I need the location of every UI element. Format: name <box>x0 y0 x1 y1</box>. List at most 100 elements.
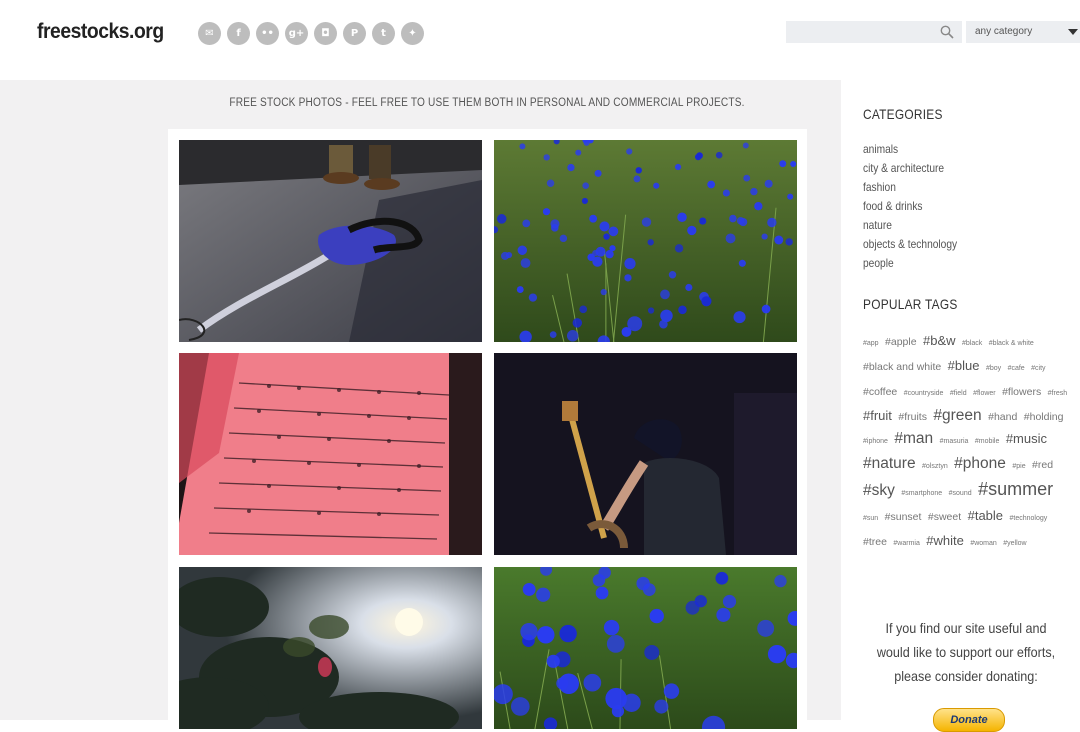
category-link[interactable]: city & architecture <box>863 159 957 178</box>
tag-link[interactable]: #fruit <box>863 408 892 423</box>
tag-link[interactable]: #summer <box>978 479 1053 499</box>
tag-link[interactable]: #fresh <box>1048 390 1067 397</box>
tag-link[interactable]: #sun <box>863 515 878 522</box>
sidebar: CATEGORIES animalscity & architecturefas… <box>841 80 1080 720</box>
tag-link[interactable]: #field <box>950 390 967 397</box>
tag-cloud: #app #apple #b&w #black #black & white #… <box>863 330 1075 555</box>
category-link[interactable]: fashion <box>863 178 957 197</box>
cornflower <box>743 175 750 182</box>
cornflower <box>519 143 525 149</box>
photo-guitar-floor[interactable] <box>179 140 482 342</box>
cornflower <box>757 620 774 637</box>
cornflower <box>506 252 512 258</box>
tag-link[interactable]: #black & white <box>989 340 1034 347</box>
category-link[interactable]: nature <box>863 216 957 235</box>
email-icon[interactable]: ✉ <box>198 22 221 45</box>
site-logo[interactable]: freestocks.org <box>37 20 164 44</box>
categories-heading: CATEGORIES <box>863 106 943 122</box>
page-tagline: FREE STOCK PHOTOS - FEEL FREE TO USE THE… <box>58 97 915 109</box>
tag-link[interactable]: #masuria <box>940 438 969 445</box>
category-list: animalscity & architecturefashionfood & … <box>863 140 974 273</box>
tag-link[interactable]: #app <box>863 340 879 347</box>
tumblr-icon[interactable]: t <box>372 22 395 45</box>
tag-link[interactable]: #pie <box>1012 463 1025 470</box>
cornflower <box>579 306 587 314</box>
cornflower <box>582 182 589 189</box>
photo-cornflower-field[interactable] <box>494 140 797 342</box>
pinterest-icon[interactable]: P <box>343 22 366 45</box>
tag-link[interactable]: #sky <box>863 482 895 499</box>
category-link[interactable]: animals <box>863 140 957 159</box>
tag-link[interactable]: #sweet <box>928 511 961 523</box>
cornflower <box>642 217 651 226</box>
tag-link[interactable]: #sunset <box>885 511 922 523</box>
tag-link[interactable]: #woman <box>970 540 996 547</box>
tag-link[interactable]: #blue <box>948 358 980 373</box>
cornflower <box>633 175 640 182</box>
tag-link[interactable]: #warmia <box>893 540 919 547</box>
tag-link[interactable]: #coffee <box>863 386 897 398</box>
cornflower <box>660 290 670 300</box>
cornflower <box>707 181 715 189</box>
tag-link[interactable]: #boy <box>986 365 1001 372</box>
cornflower <box>544 154 550 160</box>
cornflower <box>733 311 745 323</box>
photo-sheet-music[interactable] <box>179 353 482 555</box>
tag-link[interactable]: #phone <box>954 455 1006 472</box>
cornflower <box>695 154 701 160</box>
tag-link[interactable]: #nature <box>863 455 916 472</box>
google-plus-icon[interactable]: g+ <box>285 22 308 45</box>
cornflower <box>582 198 588 204</box>
tag-link[interactable]: #yellow <box>1003 540 1026 547</box>
tag-link[interactable]: #red <box>1032 459 1053 471</box>
tag-link[interactable]: #white <box>926 533 964 548</box>
donate-button[interactable]: Donate <box>933 708 1005 732</box>
photo-cornflower-closeup[interactable] <box>494 567 797 729</box>
tag-link[interactable]: #city <box>1031 365 1045 372</box>
tag-link[interactable]: #black and white <box>863 361 941 373</box>
tag-link[interactable]: #mobile <box>975 438 1000 445</box>
cornflower <box>518 245 527 254</box>
search-icon[interactable] <box>940 25 954 39</box>
tag-link[interactable]: #apple <box>885 336 917 348</box>
tag-link[interactable]: #fruits <box>898 411 927 423</box>
tag-link[interactable]: #black <box>962 340 982 347</box>
tag-link[interactable]: #sound <box>949 490 972 497</box>
search-input[interactable] <box>786 21 948 43</box>
cornflower <box>774 236 783 245</box>
tag-link[interactable]: #technology <box>1009 515 1047 522</box>
tag-link[interactable]: #tree <box>863 536 887 548</box>
tag-link[interactable]: #flower <box>973 390 996 397</box>
tag-link[interactable]: #b&w <box>923 333 956 348</box>
tag-link[interactable]: #green <box>933 407 981 424</box>
tag-link[interactable]: #olsztyn <box>922 463 948 470</box>
tag-link[interactable]: #holding <box>1024 411 1064 423</box>
cornflower <box>723 189 730 196</box>
tag-link[interactable]: #cafe <box>1008 365 1025 372</box>
category-link[interactable]: people <box>863 254 957 273</box>
tag-link[interactable]: #iphone <box>863 438 888 445</box>
category-select[interactable]: any category <box>966 21 1080 43</box>
cornflower <box>626 148 632 154</box>
facebook-icon[interactable]: f <box>227 22 250 45</box>
tag-link[interactable]: #hand <box>988 411 1017 423</box>
tag-link[interactable]: #flowers <box>1002 386 1041 398</box>
tag-link[interactable]: #smartphone <box>901 490 942 497</box>
cornflower <box>739 260 746 267</box>
photo-sunset-leaves[interactable] <box>179 567 482 729</box>
cornflower <box>716 152 723 159</box>
category-link[interactable]: objects & technology <box>863 235 957 254</box>
cornflower <box>675 244 683 252</box>
category-link[interactable]: food & drinks <box>863 197 957 216</box>
photo-bass-player[interactable] <box>494 353 797 555</box>
instagram-icon[interactable]: ◘ <box>314 22 337 45</box>
tag-link[interactable]: #music <box>1006 431 1047 446</box>
flickr-icon[interactable]: •• <box>256 22 279 45</box>
cornflower <box>624 274 631 281</box>
twitter-icon[interactable]: ✦ <box>401 22 424 45</box>
tag-link[interactable]: #man <box>894 430 933 447</box>
tag-link[interactable]: #table <box>968 508 1003 523</box>
tag-link[interactable]: #countryside <box>904 390 944 397</box>
cornflower <box>762 305 771 314</box>
cornflower <box>584 674 602 692</box>
